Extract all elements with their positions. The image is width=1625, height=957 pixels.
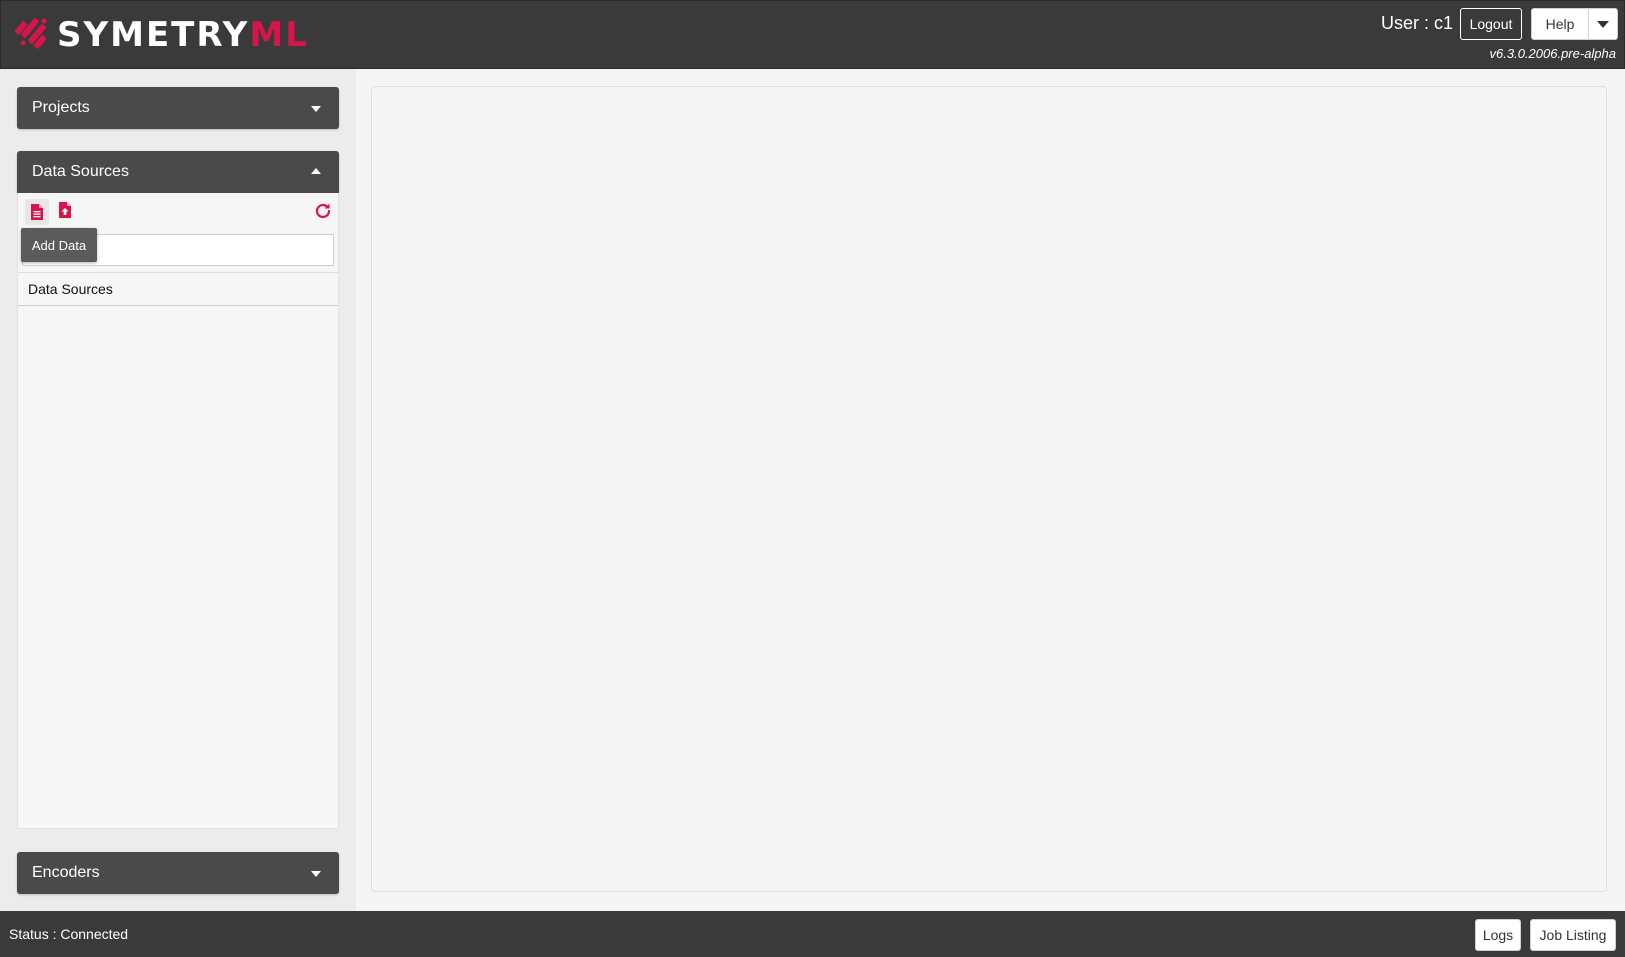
logs-button[interactable]: Logs bbox=[1475, 919, 1521, 951]
data-sources-panel-body: Add Data Data Sources bbox=[17, 193, 339, 829]
brand-logo: SYMETRYML bbox=[15, 13, 309, 57]
brand-name-accent: ML bbox=[249, 15, 309, 55]
chevron-up-icon bbox=[311, 168, 321, 174]
data-sources-panel-title: Data Sources bbox=[32, 163, 129, 180]
brand-name: SYMETRYML bbox=[57, 15, 309, 55]
app-window: SYMETRYML User : c1 Logout Help v6.3.0.2… bbox=[0, 0, 1625, 957]
help-button[interactable]: Help bbox=[1531, 8, 1589, 40]
add-data-icon bbox=[31, 204, 43, 220]
upload-data-button[interactable] bbox=[58, 202, 76, 222]
encoders-panel-header[interactable]: Encoders bbox=[17, 852, 339, 894]
main-content-panel bbox=[371, 86, 1607, 892]
chevron-down-icon bbox=[311, 106, 321, 112]
add-data-button[interactable] bbox=[25, 199, 49, 225]
projects-panel-title: Projects bbox=[32, 99, 90, 116]
refresh-icon bbox=[315, 203, 331, 219]
job-listing-button[interactable]: Job Listing bbox=[1530, 919, 1616, 951]
brand-name-main: SYMETRY bbox=[57, 15, 250, 55]
help-dropdown-button[interactable] bbox=[1588, 8, 1618, 40]
header-bar: SYMETRYML User : c1 Logout Help v6.3.0.2… bbox=[0, 0, 1625, 69]
upload-file-icon bbox=[59, 202, 71, 218]
connection-status: Status : Connected bbox=[9, 926, 129, 942]
status-bar: Status : Connected Logs Job Listing bbox=[0, 911, 1625, 957]
add-data-tooltip: Add Data bbox=[21, 228, 97, 262]
user-label: User : c1 bbox=[1381, 13, 1454, 33]
encoders-panel-title: Encoders bbox=[32, 864, 100, 881]
data-sources-panel-header[interactable]: Data Sources bbox=[17, 151, 339, 193]
data-sources-list-header: Data Sources bbox=[18, 272, 338, 306]
refresh-button[interactable] bbox=[314, 202, 332, 222]
projects-panel-header[interactable]: Projects bbox=[17, 87, 339, 129]
logout-button[interactable]: Logout bbox=[1460, 8, 1522, 40]
chevron-down-icon bbox=[1597, 20, 1609, 28]
version-label: v6.3.0.2006.pre-alpha bbox=[1489, 46, 1616, 61]
logo-mark-icon bbox=[15, 18, 47, 49]
chevron-down-icon bbox=[311, 871, 321, 877]
